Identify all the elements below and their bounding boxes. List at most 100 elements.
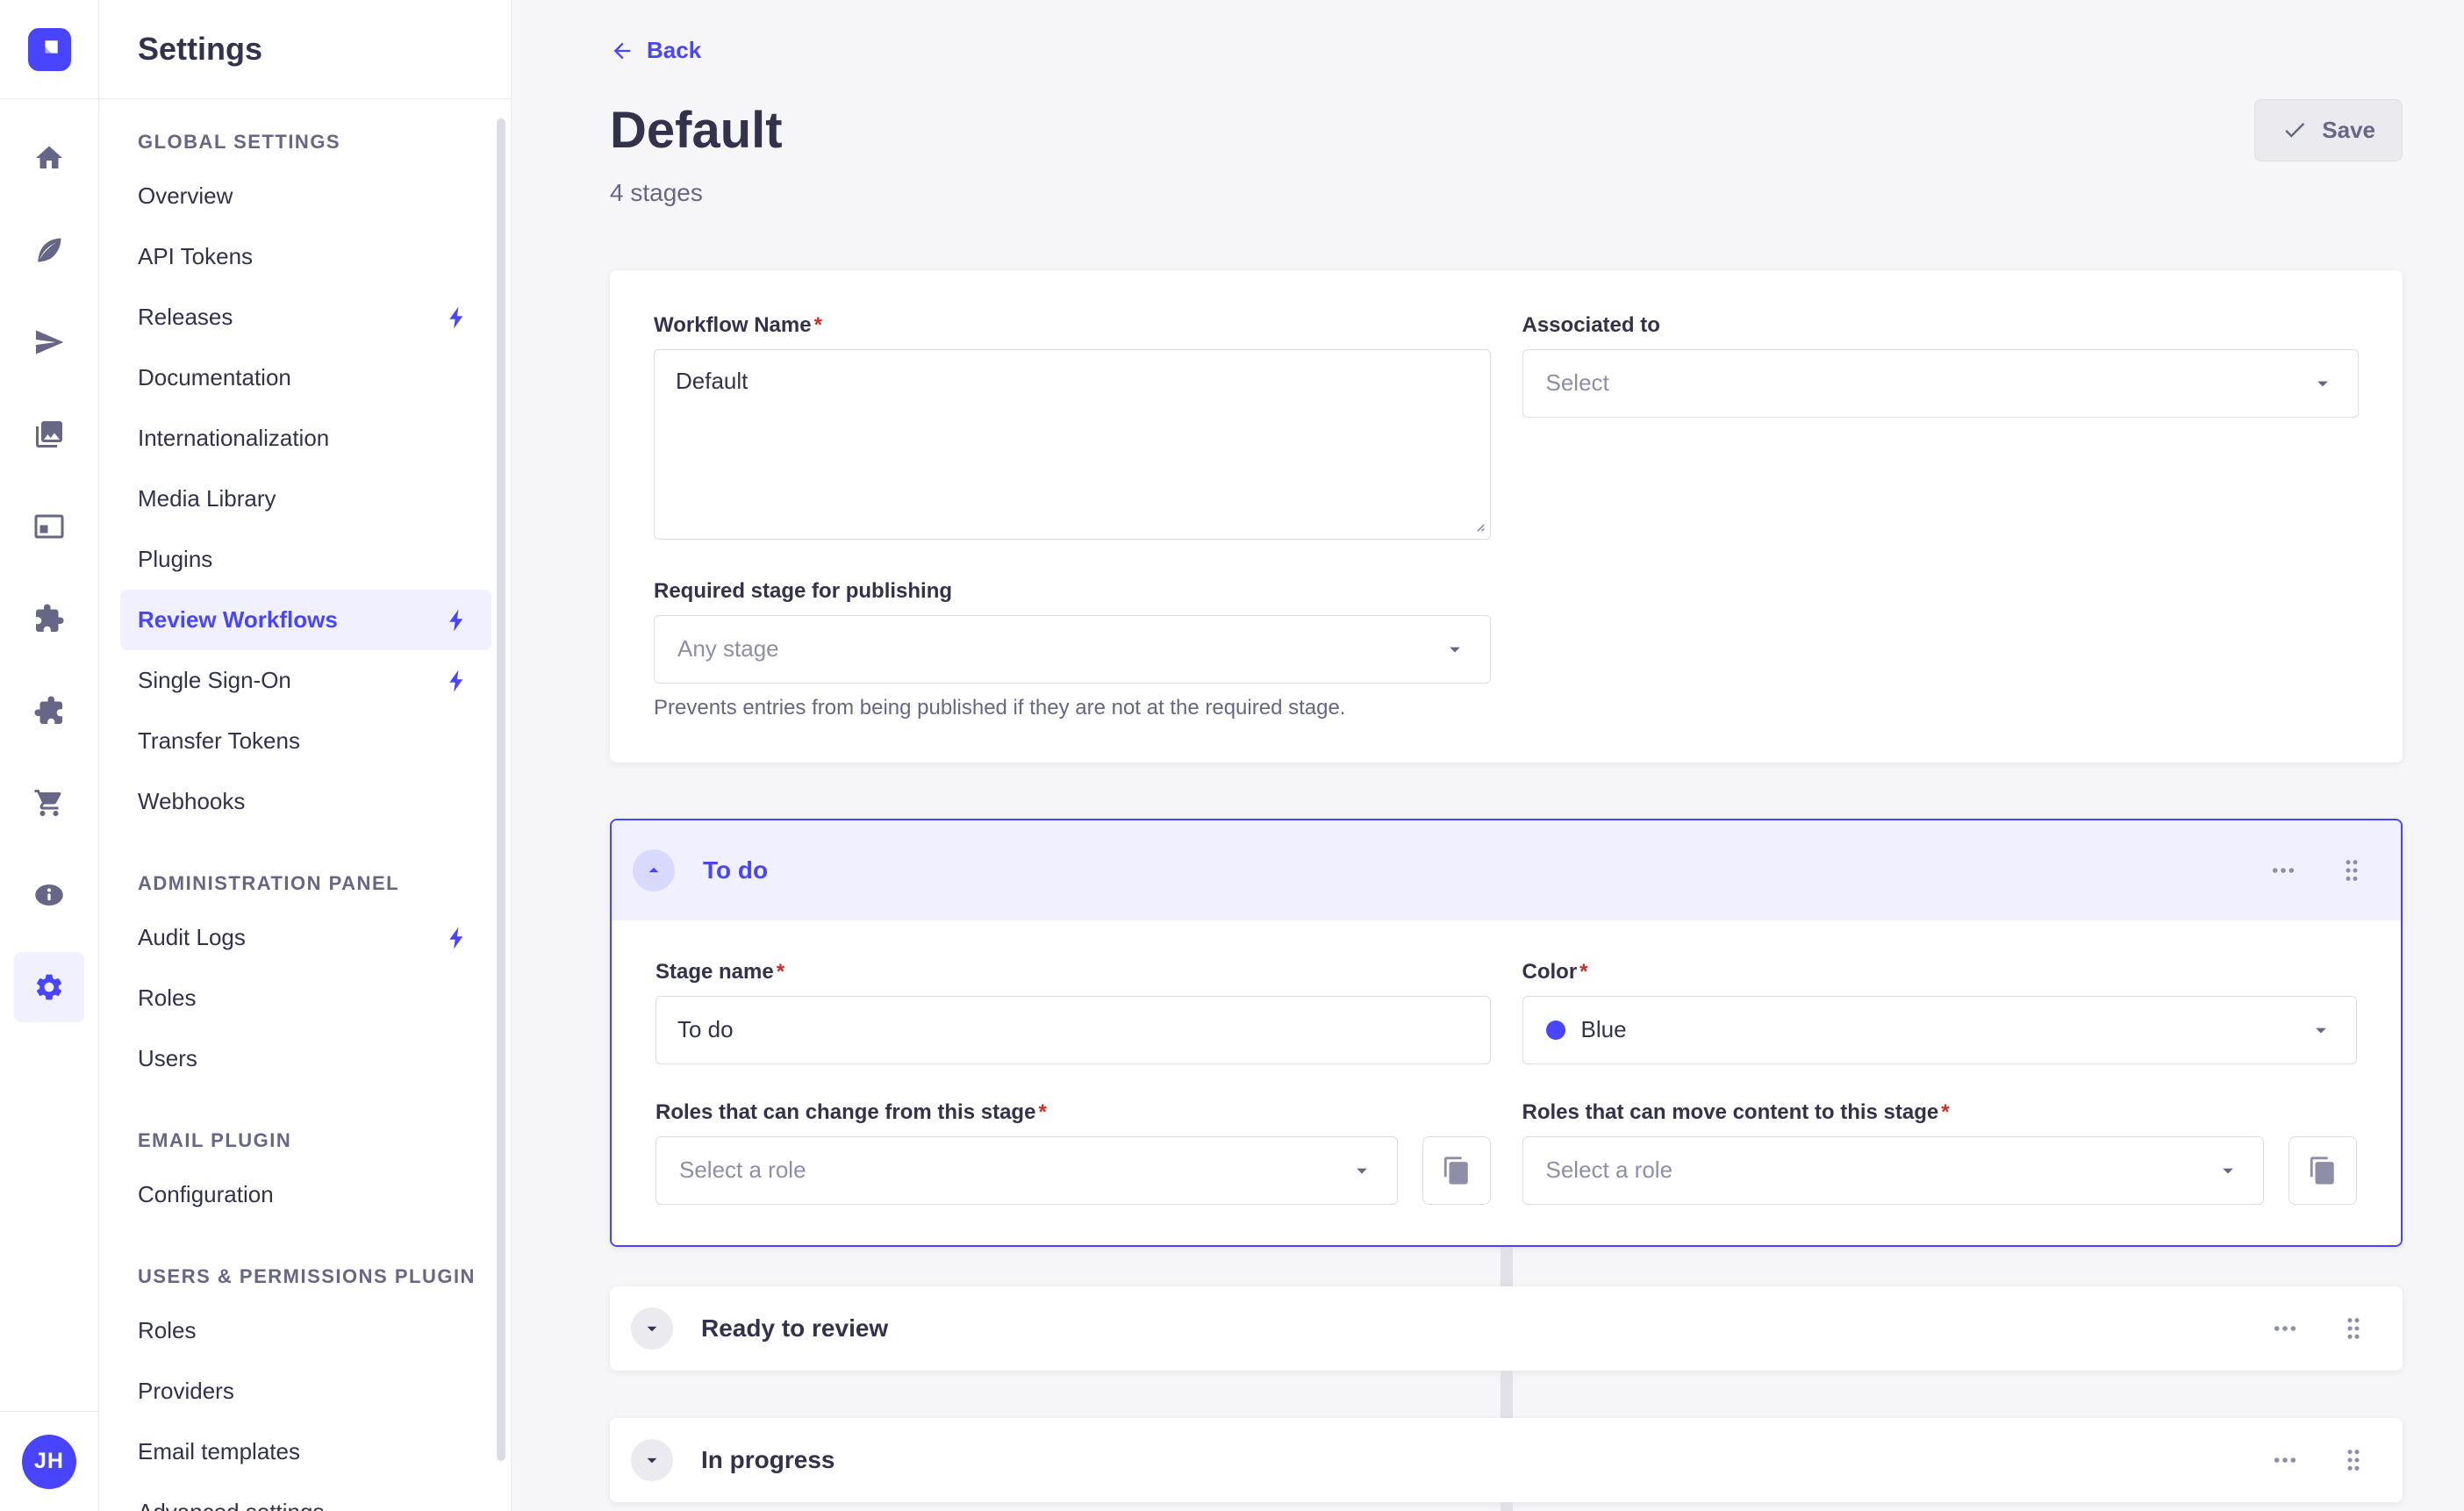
sidebar-item-overview[interactable]: Overview xyxy=(120,166,491,226)
associated-to-select[interactable]: Select xyxy=(1522,349,2360,418)
back-label: Back xyxy=(647,37,701,64)
expand-stage-button[interactable] xyxy=(631,1439,673,1481)
cart-icon[interactable] xyxy=(33,787,65,819)
back-arrow-icon xyxy=(610,39,634,63)
sidebar-item-label: Documentation xyxy=(138,364,291,391)
sidebar-item-advanced-settings[interactable]: Advanced settings xyxy=(120,1482,491,1511)
sidebar-item-users[interactable]: Users xyxy=(120,1028,491,1089)
sidebar-item-label: Single Sign-On xyxy=(138,667,291,694)
sidebar-item-providers[interactable]: Providers xyxy=(120,1361,491,1421)
sidebar-item-email-templates[interactable]: Email templates xyxy=(120,1421,491,1482)
roles-from-label: Roles that can change from this stage xyxy=(655,1099,1491,1126)
sidebar-item-label: API Tokens xyxy=(138,243,253,270)
duplicate-icon xyxy=(1442,1156,1472,1185)
drag-handle-icon[interactable] xyxy=(2338,856,2366,884)
sidebar-item-plugins[interactable]: Plugins xyxy=(120,529,491,590)
required-stage-field: Required stage for publishing Any stage … xyxy=(654,578,1491,720)
plane-icon[interactable] xyxy=(33,326,65,358)
roles-to-select[interactable]: Select a role xyxy=(1522,1136,2265,1205)
sidebar-item-webhooks[interactable]: Webhooks xyxy=(120,771,491,832)
feather-icon[interactable] xyxy=(33,234,65,266)
required-stage-label: Required stage for publishing xyxy=(654,578,1491,605)
nav-section-label: USERS & PERMISSIONS PLUGIN xyxy=(138,1265,491,1288)
chevron-down-icon xyxy=(1443,637,1467,662)
sidebar-item-label: Email templates xyxy=(138,1438,300,1465)
associated-to-value: Select xyxy=(1546,369,1609,397)
sidebar-item-single-sign-on[interactable]: Single Sign-On xyxy=(120,650,491,711)
check-icon xyxy=(2281,117,2308,143)
avatar[interactable]: JH xyxy=(22,1435,76,1489)
sidebar-item-roles[interactable]: Roles xyxy=(120,968,491,1028)
sidebar-header: Settings xyxy=(99,0,511,99)
more-options-icon[interactable] xyxy=(2271,1314,2299,1343)
lightning-icon xyxy=(444,607,470,634)
sidebar-item-label: Roles xyxy=(138,1317,196,1344)
roles-from-select[interactable]: Select a role xyxy=(655,1136,1398,1205)
sidebar-item-internationalization[interactable]: Internationalization xyxy=(120,408,491,469)
nav-section: GLOBAL SETTINGS Overview API Tokens Release… xyxy=(120,131,491,832)
sidebar-scrollbar[interactable] xyxy=(497,118,505,1461)
resize-handle-icon[interactable] xyxy=(1467,514,1486,534)
save-label: Save xyxy=(2322,117,2375,144)
sidebar-nav: GLOBAL SETTINGS Overview API Tokens Release… xyxy=(99,99,511,1511)
chevron-up-icon xyxy=(642,859,665,882)
drag-handle-icon[interactable] xyxy=(2339,1314,2367,1343)
home-icon[interactable] xyxy=(33,142,65,174)
save-button[interactable]: Save xyxy=(2254,99,2403,161)
strapi-logo-icon xyxy=(28,28,71,71)
puzzle-icon[interactable] xyxy=(33,603,65,634)
back-link[interactable]: Back xyxy=(610,37,701,64)
required-stage-select[interactable]: Any stage xyxy=(654,615,1491,684)
apply-to-all-stages-button[interactable] xyxy=(1422,1136,1491,1205)
icon-rail: JH xyxy=(0,0,99,1511)
lightning-icon xyxy=(444,668,470,694)
workflow-name-label: Workflow Name xyxy=(654,312,1491,339)
stage-card-in-progress: In progress xyxy=(610,1418,2403,1502)
sidebar-item-label: Users xyxy=(138,1045,197,1072)
required-stage-hint: Prevents entries from being published if… xyxy=(654,696,1491,720)
sidebar-item-transfer-tokens[interactable]: Transfer Tokens xyxy=(120,711,491,771)
sidebar-item-label: Roles xyxy=(138,985,196,1012)
collapse-stage-button[interactable] xyxy=(633,849,675,892)
stage-name-input[interactable] xyxy=(655,996,1491,1064)
sidebar-item-documentation[interactable]: Documentation xyxy=(120,347,491,408)
gear-icon[interactable] xyxy=(14,952,84,1022)
color-swatch xyxy=(1546,1020,1565,1040)
workflow-name-input[interactable]: Default xyxy=(654,349,1491,540)
sidebar-item-label: Webhooks xyxy=(138,788,245,815)
stage-card-todo: To do Stage name Color Blue xyxy=(610,819,2403,1247)
stage-name-field: Stage name xyxy=(655,959,1491,1064)
stage-count: 4 stages xyxy=(610,179,2403,207)
apply-to-all-stages-button[interactable] xyxy=(2289,1136,2357,1205)
info-icon[interactable] xyxy=(33,879,65,911)
sidebar-item-api-tokens[interactable]: API Tokens xyxy=(120,226,491,287)
sidebar-item-label: Providers xyxy=(138,1378,234,1405)
logo-area[interactable] xyxy=(0,0,98,99)
expand-stage-button[interactable] xyxy=(631,1307,673,1350)
sidebar-item-label: Transfer Tokens xyxy=(138,727,300,755)
drag-handle-icon[interactable] xyxy=(2339,1446,2367,1474)
stage-name-label: Stage name xyxy=(655,959,1491,985)
sidebar-item-review-workflows[interactable]: Review Workflows xyxy=(120,590,491,650)
sidebar-item-roles[interactable]: Roles xyxy=(120,1300,491,1361)
sidebar-item-audit-logs[interactable]: Audit Logs xyxy=(120,907,491,968)
stage-title: To do xyxy=(703,856,768,884)
stage-header-actions xyxy=(2271,1314,2367,1343)
media-icon[interactable] xyxy=(33,419,65,450)
sidebar-item-releases[interactable]: Releases xyxy=(120,287,491,347)
stage-color-field: Color Blue xyxy=(1522,959,2358,1064)
sidebar-title: Settings xyxy=(138,31,262,68)
sidebar-item-configuration[interactable]: Configuration xyxy=(120,1164,491,1225)
stage-color-select[interactable]: Blue xyxy=(1522,996,2358,1064)
more-options-icon[interactable] xyxy=(2271,1446,2299,1474)
roles-to-field: Roles that can move content to this stag… xyxy=(1522,1099,2358,1205)
workflow-name-field: Workflow Name Default xyxy=(654,312,1491,540)
more-options-icon[interactable] xyxy=(2269,856,2297,884)
chevron-down-icon xyxy=(2310,371,2335,396)
panel-icon[interactable] xyxy=(33,511,65,542)
puzzle-alt-icon[interactable] xyxy=(33,695,65,727)
sidebar-item-media-library[interactable]: Media Library xyxy=(120,469,491,529)
sidebar-item-label: Plugins xyxy=(138,546,212,573)
stage-connector xyxy=(1501,1502,1513,1511)
nav-section-label: GLOBAL SETTINGS xyxy=(138,131,491,154)
